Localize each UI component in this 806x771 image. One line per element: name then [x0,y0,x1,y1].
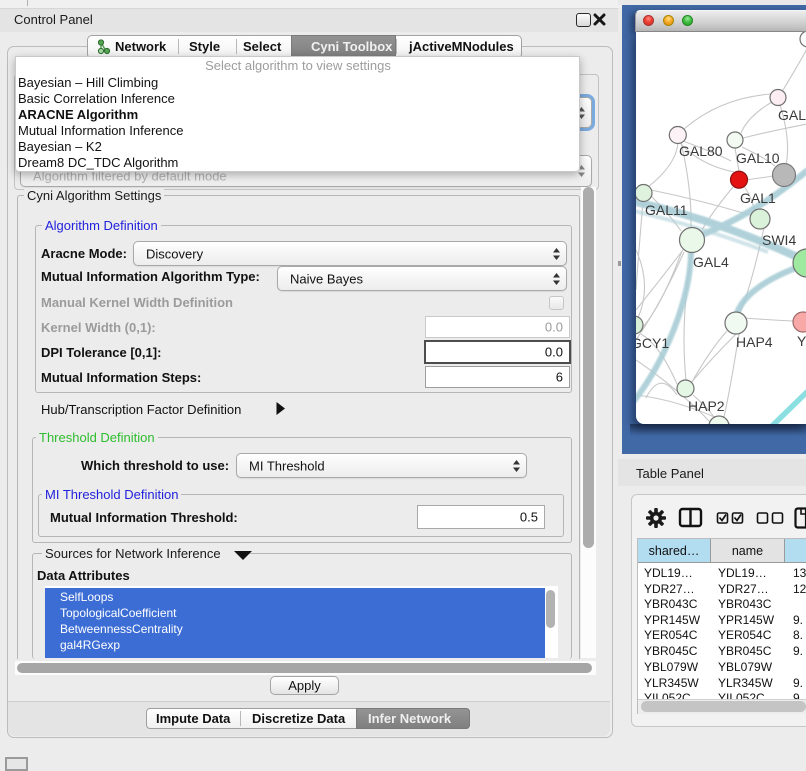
svg-text:HAP2: HAP2 [688,398,725,414]
svg-text:YJ: YJ [797,333,806,349]
svg-text:HAP4: HAP4 [736,334,773,350]
svg-text:GCY1: GCY1 [636,335,669,351]
svg-text:GAL10: GAL10 [736,150,780,166]
svg-text:GAL7: GAL7 [778,107,806,123]
svg-text:GAL1: GAL1 [740,190,776,206]
svg-text:GAL4: GAL4 [693,254,729,270]
svg-text:GAL80: GAL80 [679,143,723,159]
svg-text:SWI4: SWI4 [762,232,796,248]
svg-text:GAL11: GAL11 [645,202,688,218]
